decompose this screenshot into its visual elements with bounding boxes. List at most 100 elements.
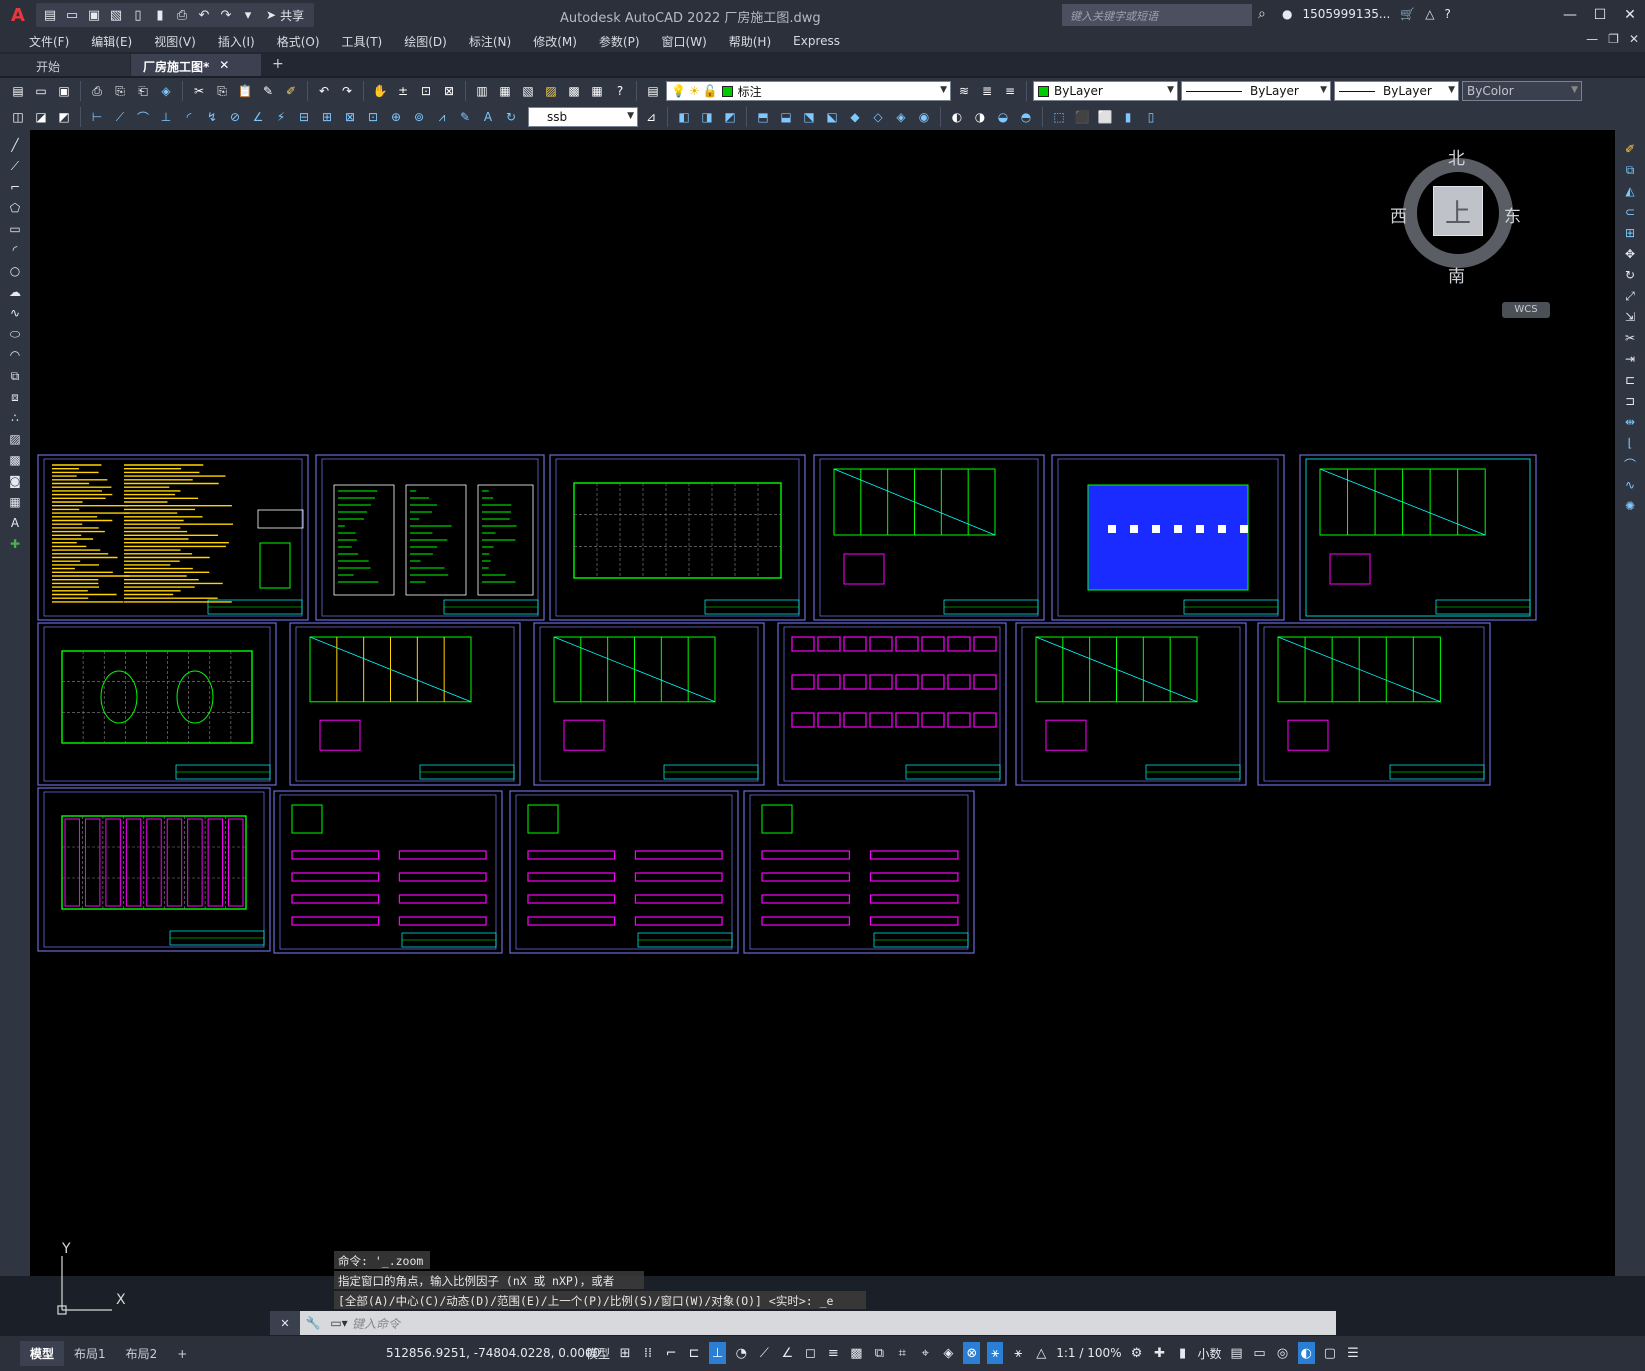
rotate-icon[interactable]: ↻: [1620, 266, 1640, 284]
copy-icon[interactable]: ⎘: [212, 81, 232, 101]
annotation-visibility-icon[interactable]: ⚹: [987, 1342, 1004, 1364]
workspace-gear-icon[interactable]: ⚙: [1129, 1342, 1145, 1364]
union-icon[interactable]: ◇: [868, 107, 888, 127]
close-icon[interactable]: ✕: [1615, 0, 1645, 30]
menu-dimension[interactable]: 标注(N): [458, 33, 522, 50]
open-icon[interactable]: ▭: [31, 81, 51, 101]
arc-length-icon[interactable]: ⌒: [133, 107, 153, 127]
doc-minimize-icon[interactable]: —: [1586, 32, 1598, 46]
linetype-dropdown[interactable]: ByLayer ▼: [1181, 81, 1331, 101]
visual-style-icon[interactable]: ◐: [947, 107, 967, 127]
help-icon[interactable]: ?: [610, 81, 630, 101]
lineweight-dropdown[interactable]: ByLayer ▼: [1334, 81, 1459, 101]
construction-line-icon[interactable]: ⟋: [5, 157, 25, 175]
move-icon[interactable]: ✥: [1620, 245, 1640, 263]
grid-icon[interactable]: ⊞: [617, 1342, 633, 1364]
zoom-realtime-icon[interactable]: ±: [393, 81, 413, 101]
intersect-icon[interactable]: ◉: [914, 107, 934, 127]
color-dropdown[interactable]: ByLayer ▼: [1033, 81, 1178, 101]
gradient-icon[interactable]: ▩: [5, 451, 25, 469]
object-snap-icon[interactable]: ◻: [802, 1342, 818, 1364]
dimension-update-icon[interactable]: ↻: [501, 107, 521, 127]
web-save-icon[interactable]: ▮: [150, 5, 170, 25]
help-search-input[interactable]: 键入关键字或短语: [1062, 4, 1252, 26]
tab-model[interactable]: 模型: [20, 1341, 65, 1366]
menu-help[interactable]: 帮助(H): [718, 33, 782, 50]
menu-express[interactable]: Express: [782, 34, 851, 48]
markup-icon[interactable]: ▩: [564, 81, 584, 101]
new-icon[interactable]: ▤: [8, 81, 28, 101]
arc-icon[interactable]: ◜: [5, 241, 25, 259]
undo-icon[interactable]: ↶: [194, 5, 214, 25]
menu-draw[interactable]: 绘图(D): [393, 33, 458, 50]
layer-state-icon[interactable]: ≡: [1000, 81, 1020, 101]
layer-dropdown[interactable]: 💡 ☀ 🔓 标注 ▼: [666, 81, 951, 101]
help-icon[interactable]: ?: [1444, 7, 1450, 21]
autocad-logo-icon[interactable]: A: [0, 0, 36, 30]
tab-drawing[interactable]: 厂房施工图* ✕: [131, 54, 261, 76]
ordinate-dimension-icon[interactable]: ⊥: [156, 107, 176, 127]
jogged-linear-icon[interactable]: ⩘: [432, 107, 452, 127]
break-at-point-icon[interactable]: ⊏: [1620, 371, 1640, 389]
cut-icon[interactable]: ✂: [189, 81, 209, 101]
jogged-dimension-icon[interactable]: ↯: [202, 107, 222, 127]
realistic-icon[interactable]: ◒: [993, 107, 1013, 127]
doc-restore-icon[interactable]: ❐: [1608, 32, 1619, 46]
graphics-performance-icon[interactable]: ◐: [1297, 1342, 1315, 1364]
dimstyle-dropdown[interactable]: ssb ▼: [528, 107, 638, 127]
redo-icon[interactable]: ↷: [216, 5, 236, 25]
insert-block-icon[interactable]: ⧉: [5, 367, 25, 385]
gizmo-icon[interactable]: ⊗: [963, 1342, 981, 1364]
polygon-icon[interactable]: ⬠: [5, 199, 25, 217]
close-icon[interactable]: ✕: [280, 1317, 289, 1330]
polyline-icon[interactable]: ⌐: [5, 178, 25, 196]
tab-layout2[interactable]: 布局2: [116, 1341, 168, 1366]
presspull-icon[interactable]: ⬓: [776, 107, 796, 127]
diameter-dimension-icon[interactable]: ⊘: [225, 107, 245, 127]
tolerance-icon[interactable]: ⊡: [363, 107, 383, 127]
design-center-icon[interactable]: ▦: [495, 81, 515, 101]
menu-window[interactable]: 窗口(W): [651, 33, 718, 50]
model-space-toggle[interactable]: 模型: [586, 1342, 610, 1364]
make-current-icon[interactable]: ≋: [954, 81, 974, 101]
wcs-menu[interactable]: WCS: [1502, 302, 1550, 318]
wedge-icon[interactable]: ◨: [697, 107, 717, 127]
tab-close-icon[interactable]: ✕: [219, 58, 229, 72]
compass-north[interactable]: 北: [1448, 144, 1465, 169]
plotstyle-dropdown[interactable]: ByColor ▼: [1462, 81, 1582, 101]
hatch-icon[interactable]: ▨: [5, 430, 25, 448]
dynamic-input-icon[interactable]: ⊏: [686, 1342, 702, 1364]
viewcube-top-face[interactable]: 上: [1433, 186, 1483, 236]
plot-icon[interactable]: ⎙: [172, 5, 192, 25]
user-account[interactable]: ● 1505999135... 🛒 △ ?: [1282, 7, 1451, 21]
3d-move-icon[interactable]: ⬚: [1049, 107, 1069, 127]
center-mark-icon[interactable]: ⊕: [386, 107, 406, 127]
match-properties-icon[interactable]: ✎: [258, 81, 278, 101]
3d-mirror-icon[interactable]: ▮: [1118, 107, 1138, 127]
pan-icon[interactable]: ✋: [370, 81, 390, 101]
shaded-icon[interactable]: ◑: [970, 107, 990, 127]
chamfer-icon[interactable]: ⌊: [1620, 434, 1640, 452]
command-line-gripper[interactable]: ✕: [270, 1311, 300, 1335]
save-as-icon[interactable]: ▧: [106, 5, 126, 25]
tab-start[interactable]: 开始: [0, 54, 130, 76]
linear-dimension-icon[interactable]: ⊢: [87, 107, 107, 127]
lineweight-icon[interactable]: ≡: [825, 1342, 841, 1364]
autodesk-app-icon[interactable]: △: [1425, 7, 1434, 21]
transparency-icon[interactable]: ▩: [848, 1342, 864, 1364]
properties-icon[interactable]: ▥: [472, 81, 492, 101]
blend-curves-icon[interactable]: ∿: [1620, 476, 1640, 494]
plot-icon[interactable]: ⎙: [87, 81, 107, 101]
customize-dropdown-icon[interactable]: ▾: [238, 5, 258, 25]
calculator-icon[interactable]: ▦: [587, 81, 607, 101]
multiline-text-icon[interactable]: A: [5, 514, 25, 532]
dimstyle-manager-icon[interactable]: ⊿: [641, 107, 661, 127]
erase-icon[interactable]: ✐: [1620, 140, 1640, 158]
make-block-icon[interactable]: ⧈: [5, 388, 25, 406]
quick-dimension-icon[interactable]: ⚡: [271, 107, 291, 127]
fillet-icon[interactable]: ⌒: [1620, 455, 1640, 473]
layer-properties-icon[interactable]: ▤: [643, 81, 663, 101]
infer-constraints-icon[interactable]: ⌐: [663, 1342, 679, 1364]
inspection-icon[interactable]: ⊚: [409, 107, 429, 127]
doc-close-icon[interactable]: ✕: [1629, 32, 1639, 46]
